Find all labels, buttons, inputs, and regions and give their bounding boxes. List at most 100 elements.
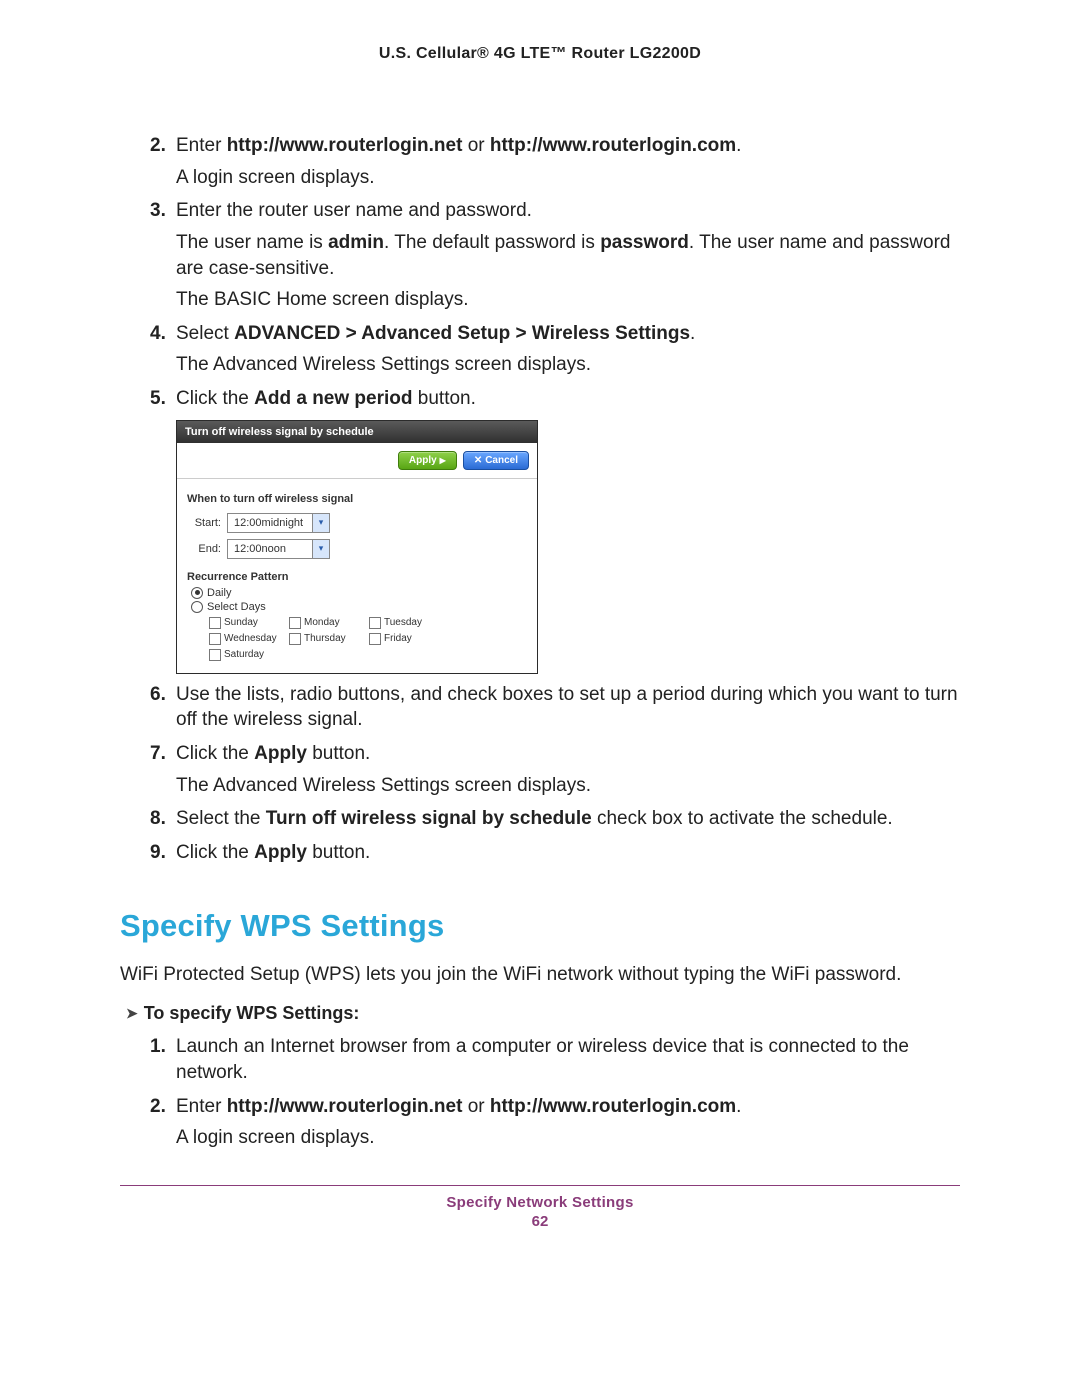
button-row: Apply▶ ✕Cancel xyxy=(177,443,537,479)
step-number: 9. xyxy=(150,840,176,866)
step-number: 1. xyxy=(150,1034,176,1085)
step-7-text: Click the Apply button. xyxy=(176,741,960,767)
text: or xyxy=(462,135,489,156)
day-checkbox[interactable]: Thursday xyxy=(289,633,369,645)
step-number: 6. xyxy=(150,682,176,733)
text: Apply xyxy=(254,842,307,863)
step-7: 7. Click the Apply button. The Advanced … xyxy=(150,741,960,798)
step-number: 7. xyxy=(150,741,176,798)
text: . xyxy=(736,135,741,156)
recurrence-header: Recurrence Pattern xyxy=(187,571,527,583)
apply-button[interactable]: Apply▶ xyxy=(398,451,457,470)
step-4-text: Select ADVANCED > Advanced Setup > Wirel… xyxy=(176,321,960,347)
text: password xyxy=(600,232,689,253)
text: . xyxy=(690,323,695,344)
days-grid: Sunday Monday Tuesday Wednesday Thursday… xyxy=(209,615,527,663)
start-row: Start: 12:00midnight ▾ xyxy=(187,513,527,533)
footer-rule xyxy=(120,1185,960,1186)
text: button. xyxy=(307,842,370,863)
step-7-subtext: The Advanced Wireless Settings screen di… xyxy=(176,773,960,799)
wps-step-2-text: Enter http://www.routerlogin.net or http… xyxy=(176,1094,960,1120)
wps-step-1: 1. Launch an Internet browser from a com… xyxy=(150,1034,960,1085)
step-3-subtext-1: The user name is admin. The default pass… xyxy=(176,230,960,281)
end-label: End: xyxy=(187,543,221,555)
step-9: 9. Click the Apply button. xyxy=(150,840,960,866)
step-number: 2. xyxy=(150,1094,176,1151)
step-number: 8. xyxy=(150,806,176,832)
embedded-screenshot: Turn off wireless signal by schedule App… xyxy=(176,420,538,674)
radio-label: Daily xyxy=(207,587,231,599)
checkbox-icon xyxy=(369,633,381,645)
text: button. xyxy=(307,743,370,764)
day-checkbox[interactable]: Tuesday xyxy=(369,617,449,629)
step-4: 4. Select ADVANCED > Advanced Setup > Wi… xyxy=(150,321,960,378)
text: . The default password is xyxy=(384,232,600,253)
text: Enter xyxy=(176,1096,227,1117)
step-2-subtext: A login screen displays. xyxy=(176,165,960,191)
page-number: 62 xyxy=(120,1213,960,1230)
text: . xyxy=(736,1096,741,1117)
play-icon: ▶ xyxy=(440,456,446,465)
radio-icon xyxy=(191,601,203,613)
step-3-text: Enter the router user name and password. xyxy=(176,198,960,224)
panel-title: Turn off wireless signal by schedule xyxy=(177,421,537,443)
daily-radio[interactable]: Daily xyxy=(191,587,527,599)
checkbox-icon xyxy=(209,617,221,629)
text: Add a new period xyxy=(254,388,412,409)
procedure-label: ➤ To specify WPS Settings: xyxy=(126,1003,960,1024)
wps-step-2: 2. Enter http://www.routerlogin.net or h… xyxy=(150,1094,960,1151)
button-label: Cancel xyxy=(485,455,518,466)
radio-label: Select Days xyxy=(207,601,266,613)
step-6-text: Use the lists, radio buttons, and check … xyxy=(176,682,960,733)
text: button. xyxy=(413,388,476,409)
day-label: Monday xyxy=(304,617,340,628)
step-2: 2. Enter http://www.routerlogin.net or h… xyxy=(150,133,960,190)
checkbox-icon xyxy=(369,617,381,629)
end-dropdown[interactable]: 12:00noon ▾ xyxy=(227,539,330,559)
step-4-subtext: The Advanced Wireless Settings screen di… xyxy=(176,352,960,378)
day-label: Sunday xyxy=(224,617,258,628)
day-checkbox[interactable]: Wednesday xyxy=(209,633,289,645)
step-number: 5. xyxy=(150,386,176,412)
day-checkbox[interactable]: Monday xyxy=(289,617,369,629)
arrow-right-icon: ➤ xyxy=(126,1005,138,1022)
step-3: 3. Enter the router user name and passwo… xyxy=(150,198,960,313)
text: check box to activate the schedule. xyxy=(592,808,893,829)
day-checkbox[interactable]: Saturday xyxy=(209,649,289,661)
day-label: Thursday xyxy=(304,633,346,644)
text: The user name is xyxy=(176,232,328,253)
text: or xyxy=(462,1096,489,1117)
section-heading-wps: Specify WPS Settings xyxy=(120,908,960,944)
checkbox-icon xyxy=(289,633,301,645)
text: Select xyxy=(176,323,234,344)
start-value: 12:00midnight xyxy=(228,517,312,529)
panel-body: When to turn off wireless signal Start: … xyxy=(177,479,537,673)
document-page: U.S. Cellular® 4G LTE™ Router LG2200D 2.… xyxy=(0,0,1080,1270)
menu-path: ADVANCED > Advanced Setup > Wireless Set… xyxy=(234,323,690,344)
step-number: 3. xyxy=(150,198,176,313)
chevron-down-icon: ▾ xyxy=(312,540,329,558)
checkbox-icon xyxy=(209,649,221,661)
day-label: Saturday xyxy=(224,649,264,660)
day-checkbox[interactable]: Friday xyxy=(369,633,449,645)
day-label: Tuesday xyxy=(384,617,422,628)
select-days-radio[interactable]: Select Days xyxy=(191,601,527,613)
url-text: http://www.routerlogin.com xyxy=(490,1096,736,1117)
step-9-text: Click the Apply button. xyxy=(176,840,960,866)
url-text: http://www.routerlogin.net xyxy=(227,135,463,156)
text: Click the xyxy=(176,842,254,863)
start-dropdown[interactable]: 12:00midnight ▾ xyxy=(227,513,330,533)
text: admin xyxy=(328,232,384,253)
recurrence-section: Recurrence Pattern Daily Select Days Sun… xyxy=(187,571,527,663)
text: Click the xyxy=(176,388,254,409)
document-header: U.S. Cellular® 4G LTE™ Router LG2200D xyxy=(120,45,960,63)
footer-section-name: Specify Network Settings xyxy=(120,1194,960,1211)
step-5-text: Click the Add a new period button. xyxy=(176,386,960,412)
day-checkbox[interactable]: Sunday xyxy=(209,617,289,629)
checkbox-icon xyxy=(209,633,221,645)
cancel-button[interactable]: ✕Cancel xyxy=(463,451,529,470)
url-text: http://www.routerlogin.net xyxy=(227,1096,463,1117)
step-5: 5. Click the Add a new period button. xyxy=(150,386,960,412)
button-label: Apply xyxy=(409,455,437,466)
step-8: 8. Select the Turn off wireless signal b… xyxy=(150,806,960,832)
